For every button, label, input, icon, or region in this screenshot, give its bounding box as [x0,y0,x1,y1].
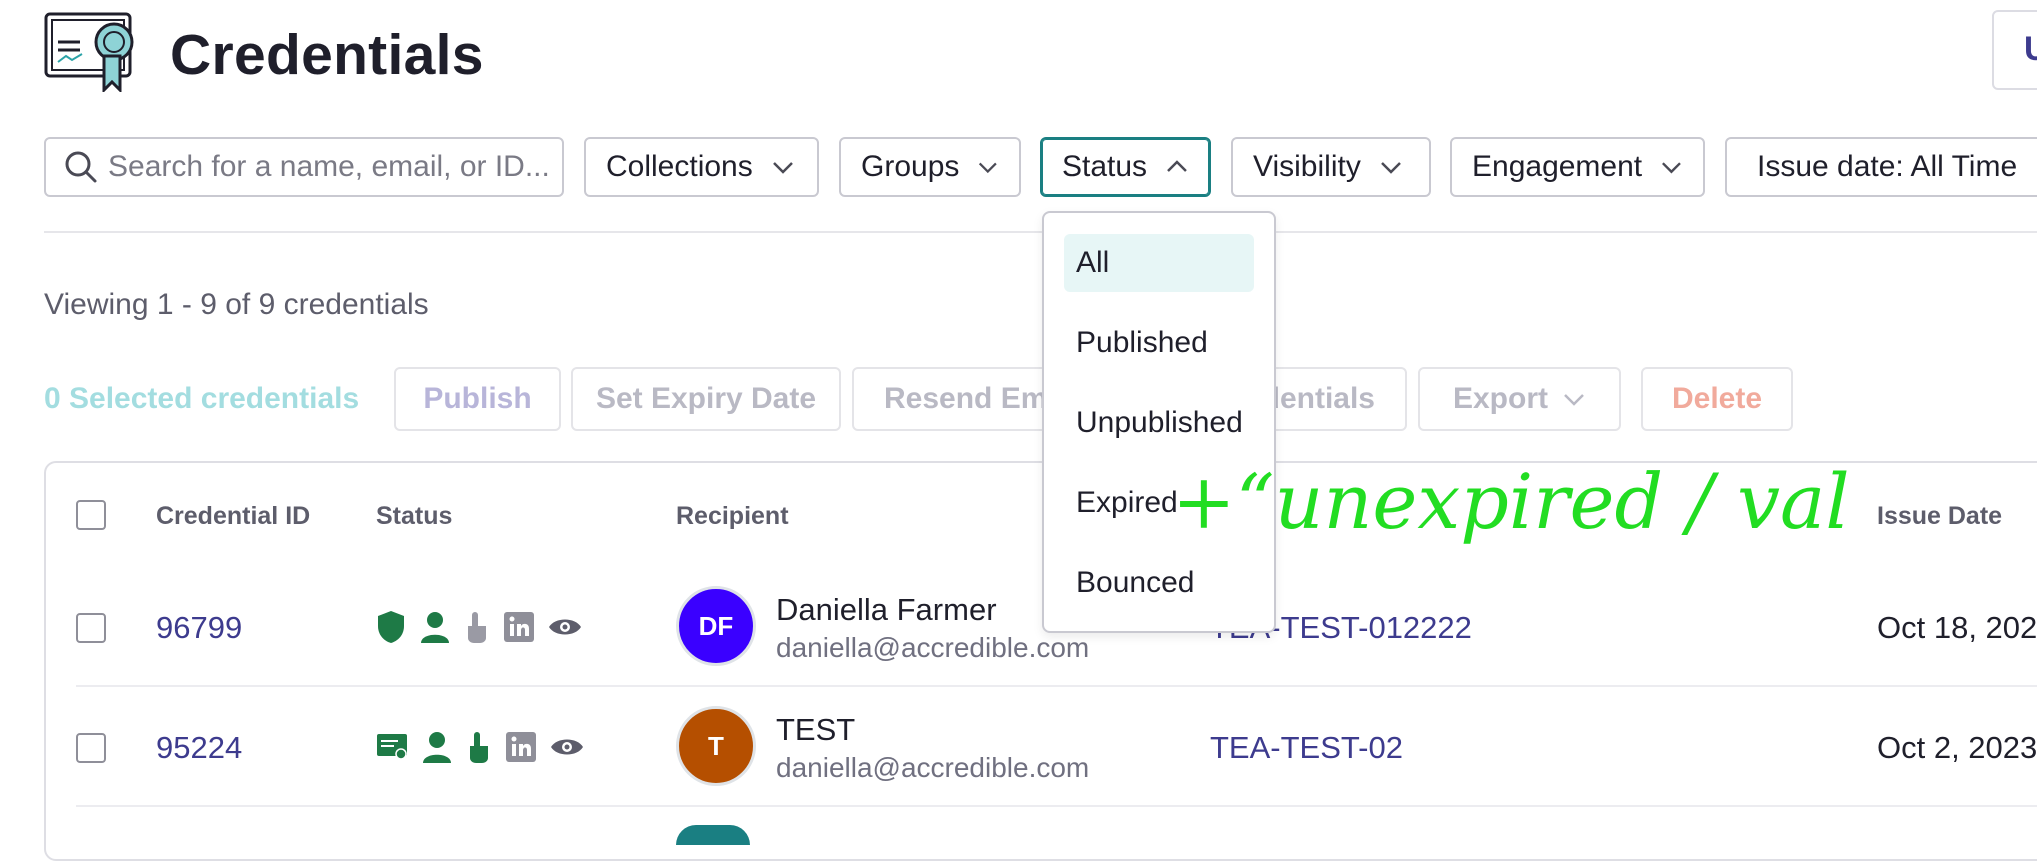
search-icon [65,151,97,183]
recipient-email: daniella@accredible.com [776,752,1090,783]
export-button[interactable]: Export [1418,367,1621,431]
chevron-down-icon [979,162,998,174]
status-icons [376,610,582,644]
chevron-down-icon [1380,162,1401,174]
recipient-email: daniella@accredible.com [776,632,1090,663]
avatar [676,825,750,845]
status-option-all[interactable]: All [1064,234,1254,292]
visibility-filter-label: Visibility [1253,150,1361,183]
chevron-down-icon [1662,162,1681,174]
page-title: Credentials [170,23,484,87]
group-link[interactable]: TEA-TEST-02 [1210,730,1403,766]
eye-icon [551,739,583,755]
credential-id-link[interactable]: 96799 [156,610,242,646]
select-all-checkbox[interactable] [76,500,106,530]
status-option-published[interactable]: Published [1064,314,1254,372]
row-divider [76,805,2037,807]
credentials-certificate-icon [44,12,142,94]
pointer-hand-icon [470,732,488,763]
chevron-down-icon [772,162,793,174]
status-option-bounced[interactable]: Bounced [1064,554,1254,612]
status-filter[interactable]: Status [1040,137,1211,197]
results-count: Viewing 1 - 9 of 9 credentials [44,288,429,321]
status-dropdown-menu: All Published Unpublished Expired Bounce… [1042,211,1276,633]
groups-filter-label: Groups [861,150,960,183]
chevron-down-icon [1564,394,1584,406]
shield-icon [378,611,404,643]
set-expiry-date-button[interactable]: Set Expiry Date [571,367,841,431]
filter-divider [44,231,2037,233]
avatar: T [676,706,756,786]
search-placeholder: Search for a name, email, or ID... [108,150,550,183]
collections-filter-label: Collections [606,150,753,183]
user-icon [421,612,449,643]
issue-date-filter[interactable]: Issue date: All Time [1725,137,2037,197]
handwritten-annotation: +“unexpired / valid [1172,457,1852,546]
visibility-filter[interactable]: Visibility [1231,137,1431,197]
issue-date: Oct 2, 2023 [1877,730,2037,765]
credential-id-link[interactable]: 95224 [156,730,242,766]
certificate-icon [377,734,407,760]
row-checkbox[interactable] [76,613,106,643]
annotation-text: +“unexpired / valid [1172,457,1852,546]
pointer-hand-icon [468,612,486,643]
linkedin-icon [504,612,534,642]
search-input[interactable]: Search for a name, email, or ID... [44,137,564,197]
column-header-status[interactable]: Status [376,502,452,531]
recipient-name: Daniella Farmer [776,592,997,627]
publish-button[interactable]: Publish [394,367,561,431]
issue-date-filter-label: Issue date: All Time [1757,150,2018,183]
collections-filter[interactable]: Collections [584,137,819,197]
engagement-filter[interactable]: Engagement [1450,137,1705,197]
header-action-label: U [2024,30,2037,68]
recipient-name: TEST [776,712,856,747]
user-icon [423,732,451,763]
column-header-credential-id[interactable]: Credential ID [156,502,310,531]
groups-filter[interactable]: Groups [839,137,1021,197]
status-option-unpublished[interactable]: Unpublished [1064,394,1254,452]
linkedin-icon [506,732,536,762]
export-button-label: Export [1452,382,1548,415]
avatar: DF [676,586,756,666]
chevron-up-icon [1167,160,1187,172]
row-divider [76,685,2037,687]
row-checkbox[interactable] [76,733,106,763]
header-action-button[interactable]: U [1992,10,2037,90]
selected-credentials-count: 0 Selected credentials [44,382,360,415]
engagement-filter-label: Engagement [1472,150,1643,183]
eye-icon [549,619,581,635]
issue-date: Oct 18, 2023 [1877,610,2037,645]
column-header-recipient[interactable]: Recipient [676,502,789,531]
status-icons [376,730,584,764]
column-header-issue-date[interactable]: Issue Date [1877,502,2002,531]
status-filter-label: Status [1062,150,1148,183]
delete-button[interactable]: Delete [1641,367,1793,431]
